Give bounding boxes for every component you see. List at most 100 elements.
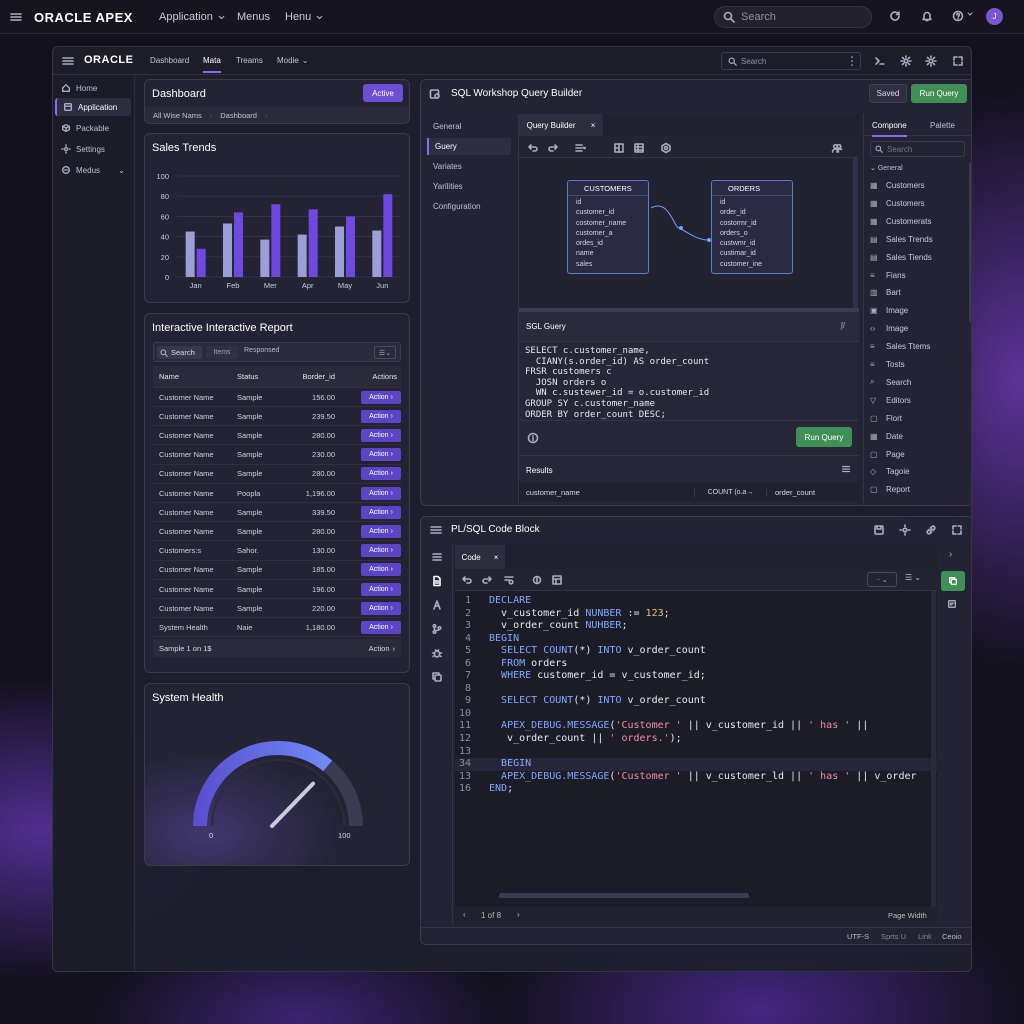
component-item[interactable]: ▤ Sales Tiends xyxy=(870,249,970,266)
tab-palette[interactable]: Palette xyxy=(930,121,955,130)
component-item[interactable]: ▤ Sales Trends xyxy=(870,231,970,248)
nav-item-general[interactable]: General xyxy=(433,122,461,131)
nav-item-variates[interactable]: Variates xyxy=(433,162,462,171)
table-field[interactable]: costomer_name xyxy=(568,219,648,229)
breadcrumb-item[interactable]: All Wise Nams xyxy=(145,111,210,120)
list-icon[interactable] xyxy=(431,551,443,563)
row-action-button[interactable]: Action › xyxy=(361,428,401,442)
expand-icon[interactable] xyxy=(951,524,963,536)
table-row[interactable]: Customer Name Sample 280.00 Action › xyxy=(153,426,401,446)
table-row[interactable]: Customer Name Sample 156.00 Action › xyxy=(153,388,401,407)
sql-editor[interactable]: SELECT c.customer_name, CIANY(s.order_id… xyxy=(525,346,855,420)
list-options-icon[interactable] xyxy=(574,142,586,154)
table-field[interactable]: ordes_id xyxy=(568,239,648,249)
table-field[interactable]: custimar_id xyxy=(712,249,792,259)
info-icon[interactable] xyxy=(527,432,539,444)
component-item[interactable]: ≡ Sales Ttems xyxy=(870,338,970,355)
menu-application[interactable]: Application xyxy=(159,11,226,23)
git-branch-icon[interactable] xyxy=(431,623,443,635)
orders-table-node[interactable]: ORDERS id order_id costormr_id orders_o cust… xyxy=(711,180,793,274)
redo-icon[interactable] xyxy=(547,142,559,154)
code-editor[interactable]: 1 DECLARE 2 v_customer_id NUNBER := 123; 3 … xyxy=(455,591,937,907)
redo-icon[interactable] xyxy=(481,574,493,586)
more-vertical-icon[interactable] xyxy=(846,55,858,67)
table-row[interactable]: Customer Name Sample 280.00 Action › xyxy=(153,465,401,484)
sidebar-item-application[interactable]: Application xyxy=(55,98,131,116)
row-action-button[interactable]: Action › xyxy=(361,390,401,404)
breadcrumb-item[interactable]: Dashboard xyxy=(212,111,265,120)
bug-icon[interactable] xyxy=(431,647,443,659)
results-column[interactable]: customer_name xyxy=(519,487,695,497)
table-row[interactable]: Customer Name Sample 339.50 Action › xyxy=(153,503,401,523)
nav-link-modie[interactable]: Modie ⌄ xyxy=(277,56,309,65)
run-query-button-secondary[interactable]: Run Query xyxy=(796,427,852,447)
file-icon[interactable] xyxy=(431,575,443,587)
table-field[interactable]: orders_o xyxy=(712,229,792,239)
table-field[interactable]: customer_a xyxy=(568,229,648,239)
component-item[interactable]: ▥ Bart xyxy=(870,284,970,301)
save-icon[interactable] xyxy=(873,524,885,536)
row-action-button[interactable]: Action › xyxy=(361,448,401,462)
component-item[interactable]: ◇ Tagoie xyxy=(870,463,970,480)
palette-group-general[interactable]: ⌄ General xyxy=(870,164,903,172)
menu-henu[interactable]: Henu xyxy=(285,11,324,23)
bell-icon[interactable] xyxy=(921,10,933,22)
gear-icon[interactable] xyxy=(900,55,912,67)
table-row[interactable]: Customer Name Sample 280.00 Action › xyxy=(153,522,401,542)
horizontal-scrollbar[interactable] xyxy=(499,893,749,898)
saved-button[interactable]: Saved xyxy=(869,84,907,103)
table-row[interactable]: System Health Naie 1,180.00 Action › xyxy=(153,618,401,638)
avatar[interactable]: J xyxy=(986,8,1003,25)
next-page-icon[interactable]: › xyxy=(517,910,520,919)
layout-icon[interactable] xyxy=(613,142,625,154)
row-action-button[interactable]: Action › xyxy=(361,582,401,596)
app-search-input[interactable] xyxy=(741,56,831,66)
table-field[interactable]: customer_ine xyxy=(712,260,792,270)
row-action-button[interactable]: Action › xyxy=(361,505,401,519)
refresh-icon[interactable] xyxy=(889,10,901,22)
component-item[interactable]: ‹› Image xyxy=(870,320,970,337)
grid-icon[interactable] xyxy=(633,142,645,154)
gear-icon[interactable] xyxy=(925,55,937,67)
encoding-status[interactable]: UTF-S xyxy=(847,932,869,941)
component-item[interactable]: ▦ Customers xyxy=(870,195,970,212)
component-item[interactable]: ▦ Customerats xyxy=(870,213,970,230)
sidebar-item-settings[interactable]: Settings xyxy=(55,140,131,158)
nav-item-guery[interactable]: Guery xyxy=(427,138,511,155)
row-action-button[interactable]: Action › xyxy=(361,409,401,423)
row-action-button[interactable]: Action › xyxy=(361,620,401,634)
sidebar-item-packable[interactable]: Packable xyxy=(55,119,131,137)
copy-icon[interactable] xyxy=(431,671,443,683)
column-header[interactable]: Name xyxy=(153,372,237,381)
table-row[interactable]: Customer Name Sample 239.50 Action › xyxy=(153,407,401,427)
link-icon[interactable] xyxy=(925,524,937,536)
table-field[interactable]: costormr_id xyxy=(712,219,792,229)
spaces-status[interactable]: Sprts U xyxy=(881,932,906,941)
sidebar-item-medus[interactable]: Medus ⌄ xyxy=(55,161,131,179)
hamburger-menu-icon[interactable] xyxy=(430,524,442,536)
table-field[interactable]: sales xyxy=(568,260,648,270)
component-item[interactable]: ▣ Image xyxy=(870,302,970,319)
row-action-button[interactable]: Action › xyxy=(361,467,401,481)
global-search-input[interactable] xyxy=(741,11,861,23)
undo-icon[interactable] xyxy=(461,574,473,586)
component-item[interactable]: ▢ Page xyxy=(870,446,970,463)
table-row[interactable]: Customer Name Sample 220.00 Action › xyxy=(153,599,401,619)
table-row[interactable]: Customer Name Sample 196.00 Action › xyxy=(153,580,401,599)
table-icon[interactable] xyxy=(551,574,563,586)
component-item[interactable]: ▢ Flort xyxy=(870,410,970,427)
format-icon[interactable] xyxy=(947,599,957,609)
table-row[interactable]: Customer Name Poopla 1,196.00 Action › xyxy=(153,484,401,503)
menu-menus[interactable]: Menus xyxy=(237,11,270,23)
footer-action-button[interactable]: Action › xyxy=(369,644,395,653)
results-column[interactable]: order_count xyxy=(767,488,815,497)
nav-item-configuration[interactable]: Configuration xyxy=(433,202,481,211)
component-item[interactable]: ▦ Date xyxy=(870,428,970,445)
table-field[interactable]: id xyxy=(712,198,792,208)
active-status-badge[interactable]: Active xyxy=(363,84,403,102)
component-item[interactable]: ▦ Customers xyxy=(870,177,970,194)
hamburger-menu-icon[interactable] xyxy=(10,11,22,23)
component-item[interactable]: ▢ Report xyxy=(870,481,970,498)
customers-table-node[interactable]: CUSTOMERS id customer_id costomer_name cust… xyxy=(567,180,649,274)
mode-status[interactable]: Ceoio xyxy=(942,932,962,941)
